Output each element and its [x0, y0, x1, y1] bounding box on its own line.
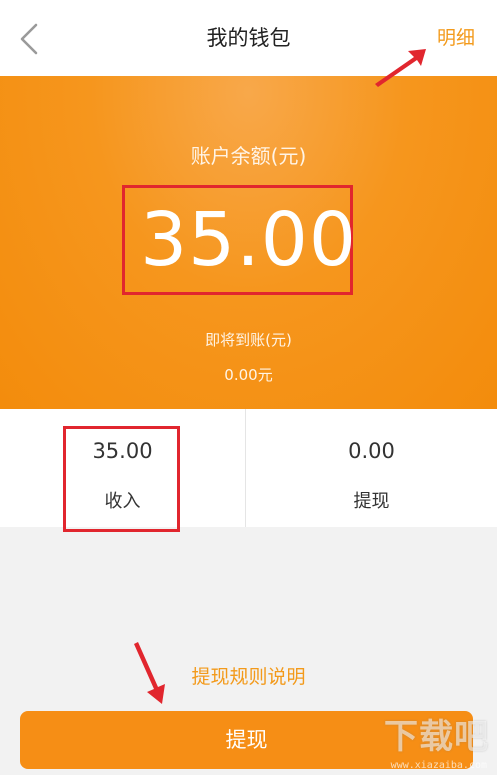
withdrawn-label: 提现 [353, 491, 390, 512]
income-highlight-box [63, 426, 180, 532]
watermark: 下载吧 www.xiazaiba.com [361, 709, 489, 771]
page-title: 我的钱包 [206, 26, 291, 50]
balance-value: 35.00 [140, 197, 357, 283]
withdrawn-value: 0.00 [348, 439, 395, 463]
watermark-url: www.xiazaiba.com [390, 760, 487, 771]
detail-link[interactable]: 明细 [437, 0, 475, 76]
withdrawn-stat[interactable]: 0.00 提现 [246, 409, 497, 527]
stats-panel: 35.00 收入 0.00 提现 [0, 409, 497, 532]
chevron-left-icon[interactable] [14, 22, 44, 56]
balance-label: 账户余额(元) [190, 144, 307, 168]
header-bar: 我的钱包 明细 [0, 0, 497, 76]
withdraw-rules-link[interactable]: 提现规则说明 [0, 662, 497, 689]
balance-panel: 账户余额(元) 35.00 即将到账(元) 0.00元 [0, 76, 497, 409]
watermark-text: 下载吧 [384, 717, 489, 757]
pending-label: 即将到账(元) [205, 331, 292, 349]
pending-value: 0.00元 [224, 366, 273, 384]
